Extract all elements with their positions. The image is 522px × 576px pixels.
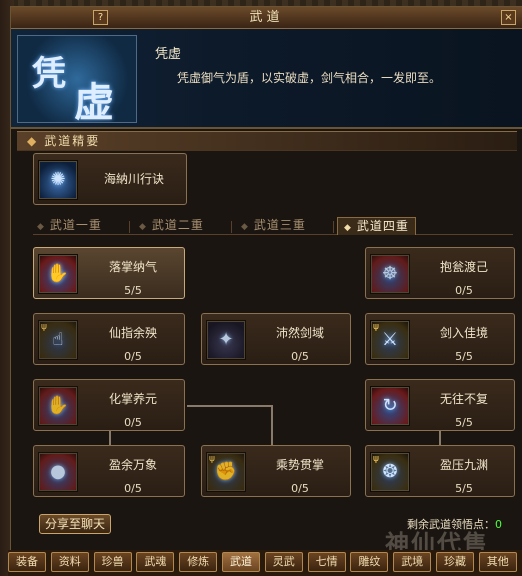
connector-line [109, 429, 111, 445]
bottom-tab[interactable]: 修炼 [179, 552, 218, 572]
portrait-char-1: 凭 [32, 54, 66, 94]
tab-bullet-icon: ◆ [241, 222, 249, 232]
skill-card-name: 盈余万象 [108, 458, 157, 472]
title-bar[interactable]: ? 武道 × [11, 7, 522, 29]
palm-strike-icon: ψ ✊ [206, 452, 246, 492]
skill-card-level: 0/5 [124, 482, 142, 495]
portrait-char-2: 虚 [74, 79, 114, 123]
skill-card-name: 盈压九渊 [439, 458, 488, 472]
connector-line [187, 405, 273, 407]
skill-card-level: 0/5 [124, 350, 142, 363]
skill-card-level: 5/5 [455, 482, 473, 495]
tab-bullet-icon: ◆ [37, 222, 45, 232]
skill-card[interactable]: ☸ 抱瓮渡己 0/5 [365, 247, 515, 299]
skill-card-name: 沛然剑域 [275, 326, 324, 340]
window-title: 武道 [249, 10, 284, 25]
bottom-tab[interactable]: 武境 [393, 552, 432, 572]
skill-card-name: 仙指余殃 [108, 326, 157, 340]
orb-icon: ● [38, 452, 78, 492]
tab-divider [129, 221, 130, 233]
bottom-tab[interactable]: 武魂 [136, 552, 175, 572]
skill-card-name: 化掌养元 [108, 392, 157, 406]
skill-card[interactable]: ↻ 无往不复 5/5 [365, 379, 515, 431]
bottom-tab[interactable]: 其他 [478, 552, 517, 572]
wudao-window: ? 武道 × 凭 虚 凭虚 凭虚御气为盾，以实破虚，剑气相合，一发即至。 ◆ 武道… [10, 6, 522, 576]
tab-bullet-icon: ◆ [139, 222, 147, 232]
palm-icon: ✋ [38, 386, 78, 426]
skill-card-level: 5/5 [455, 416, 473, 429]
tab-divider [231, 221, 232, 233]
tab-label: 武道一重 [49, 218, 102, 232]
sword-field-icon: ✦ [206, 320, 246, 360]
skill-header: 凭 虚 凭虚 凭虚御气为盾，以实破虚，剑气相合，一发即至。 [11, 29, 522, 129]
skill-card-level: 5/5 [124, 284, 142, 297]
connector-line [439, 429, 441, 445]
skill-card-name: 落掌纳气 [108, 260, 157, 274]
skill-card[interactable]: ψ ❂ 盈压九渊 5/5 [365, 445, 515, 497]
skill-card[interactable]: ✋ 化掌养元 0/5 [33, 379, 185, 431]
return-icon: ↻ [370, 386, 410, 426]
tab-tier-3[interactable]: ◆ 武道三重 [241, 217, 306, 235]
bottom-tab[interactable]: 珍兽 [93, 552, 132, 572]
tab-label: 武道四重 [356, 219, 409, 233]
essence-card[interactable]: ✺ 海納川行诀 [33, 153, 187, 205]
bottom-tab[interactable]: 珍藏 [436, 552, 474, 572]
tab-label: 武道二重 [151, 218, 204, 232]
connector-line [271, 405, 273, 445]
skill-description: 凭虚御气为盾，以实破虚，剑气相合，一发即至。 [177, 71, 442, 85]
skill-card[interactable]: ✦ 沛然剑域 0/5 [201, 313, 351, 365]
bottom-tab[interactable]: 雕纹 [350, 552, 389, 572]
skill-card[interactable]: ● 盈余万象 0/5 [33, 445, 185, 497]
skill-card-level: 0/5 [455, 284, 473, 297]
essence-section-header: ◆ 武道精要 [17, 131, 517, 151]
essence-section-title: 武道精要 [44, 134, 101, 148]
tab-divider [333, 221, 334, 233]
bottom-tab[interactable]: 装备 [8, 552, 46, 572]
bottom-tab[interactable]: 七情 [307, 552, 346, 572]
skill-card-level: 0/5 [291, 350, 309, 363]
bottom-tab-bar: 装备 资料 珍兽 武魂 修炼 武道 灵武 七情 雕纹 武境 珍藏 其他 [8, 550, 522, 576]
skill-card[interactable]: ψ ✊ 乘势贯掌 0/5 [201, 445, 351, 497]
tab-tier-2[interactable]: ◆ 武道二重 [139, 217, 204, 235]
bottom-tab[interactable]: 武道 [222, 552, 260, 572]
finger-icon: ψ ☝ [38, 320, 78, 360]
skill-card-level: 0/5 [124, 416, 142, 429]
essence-name: 海納川行诀 [103, 172, 164, 186]
tab-label: 武道三重 [253, 218, 306, 232]
skill-card-name: 剑入佳境 [439, 326, 488, 340]
share-to-chat-button[interactable]: 分享至聊天 [39, 514, 111, 534]
skill-card-level: 5/5 [455, 350, 473, 363]
close-button[interactable]: × [501, 10, 516, 25]
skill-card[interactable]: ψ ☝ 仙指余殃 0/5 [33, 313, 185, 365]
skill-card[interactable]: ψ ⚔ 剑入佳境 5/5 [365, 313, 515, 365]
skill-card-name: 无往不复 [439, 392, 488, 406]
jar-icon: ☸ [370, 254, 410, 294]
skill-name: 凭虚 [155, 47, 182, 62]
tab-tier-4[interactable]: ◆ 武道四重 [337, 217, 416, 235]
skill-card-name: 乘势贯掌 [275, 458, 324, 472]
sword-icon: ψ ⚔ [370, 320, 410, 360]
bottom-tab[interactable]: 资料 [50, 552, 89, 572]
skill-portrait: 凭 虚 [17, 35, 137, 123]
tier-tabs: ◆ 武道一重 ◆ 武道二重 ◆ 武道三重 ◆ 武道四重 [33, 217, 513, 235]
help-button[interactable]: ? [93, 10, 108, 25]
bullet-icon: ◆ [27, 134, 39, 148]
skill-card-name: 抱瓮渡己 [439, 260, 488, 274]
bottom-tab[interactable]: 灵武 [264, 552, 303, 572]
tab-bullet-icon: ◆ [344, 223, 352, 233]
abyss-icon: ψ ❂ [370, 452, 410, 492]
swirl-icon: ✺ [38, 160, 78, 200]
tab-tier-1[interactable]: ◆ 武道一重 [37, 217, 102, 235]
palm-icon: ✋ [38, 254, 78, 294]
skill-card[interactable]: ✋ 落掌纳气 5/5 [33, 247, 185, 299]
skill-card-level: 0/5 [291, 482, 309, 495]
